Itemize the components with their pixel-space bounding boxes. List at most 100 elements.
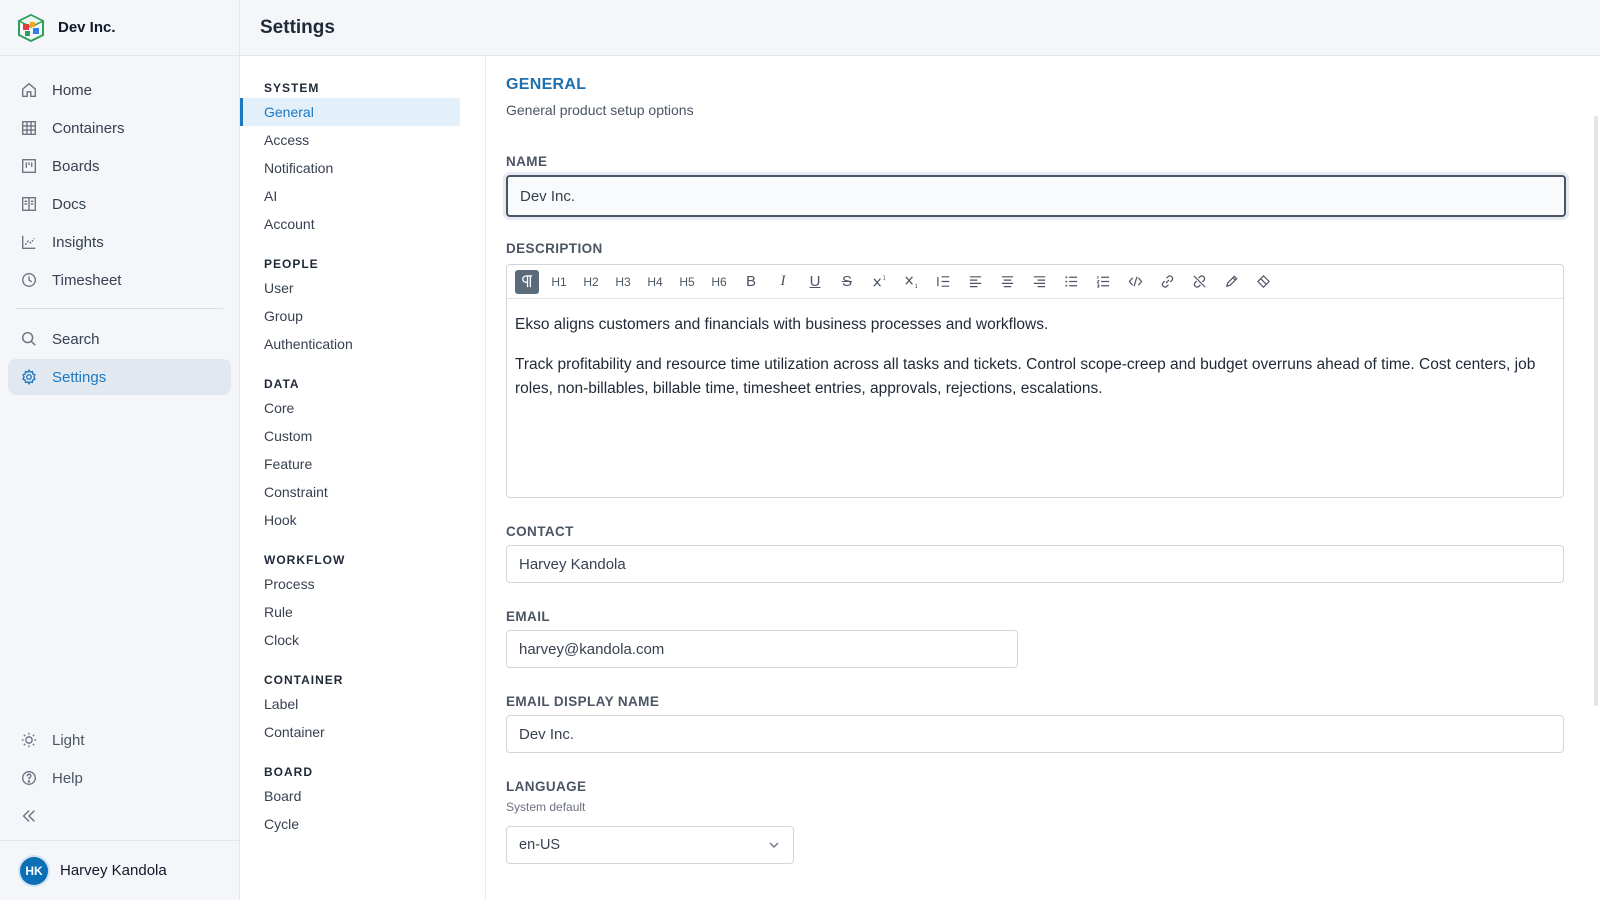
settings-section-title: WORKFLOW — [264, 553, 346, 567]
settings-item-cycle[interactable]: Cycle — [240, 810, 485, 838]
language-select[interactable]: en-US — [506, 826, 794, 864]
grid-icon — [20, 119, 38, 137]
settings-item-container[interactable]: Container — [240, 718, 485, 746]
heading-3-button[interactable]: H3 — [611, 270, 635, 294]
email-value: harvey@kandola.com — [519, 640, 665, 658]
link-button[interactable] — [1155, 270, 1179, 294]
highlight-button[interactable] — [1219, 270, 1243, 294]
settings-item-clock[interactable]: Clock — [240, 626, 485, 654]
settings-item-board[interactable]: Board — [240, 782, 485, 810]
nav-item-settings[interactable]: Settings — [8, 359, 231, 395]
email-input[interactable]: harvey@kandola.com — [506, 630, 1018, 668]
italic-button[interactable]: I — [771, 270, 795, 294]
description-content[interactable]: Ekso aligns customers and financials wit… — [507, 299, 1563, 497]
superscript-button[interactable]: 1 — [867, 270, 891, 294]
heading-2-button[interactable]: H2 — [579, 270, 603, 294]
heading-4-button[interactable]: H4 — [643, 270, 667, 294]
settings-item-group[interactable]: Group — [240, 302, 485, 330]
subscript-button[interactable]: 1 — [899, 270, 923, 294]
settings-item-ai[interactable]: AI — [240, 182, 485, 210]
name-input[interactable]: Dev Inc. — [506, 175, 1566, 217]
svg-text:1: 1 — [882, 276, 886, 282]
nav-item-search[interactable]: Search — [8, 321, 231, 357]
clear-format-button[interactable] — [1251, 270, 1275, 294]
underline-button[interactable]: U — [803, 270, 827, 294]
editor-toolbar: H1 H2 H3 H4 H5 H6 B I U S 1 1 — [507, 265, 1563, 299]
align-left-icon — [969, 276, 981, 288]
theme-toggle[interactable]: Light — [8, 722, 231, 758]
nav-divider — [16, 308, 223, 309]
user-name: Harvey Kandola — [60, 862, 167, 879]
settings-item-user[interactable]: User — [240, 274, 485, 302]
avatar: HK — [20, 856, 48, 885]
settings-item-notification[interactable]: Notification — [240, 154, 485, 182]
chevron-down-icon — [769, 842, 779, 848]
chart-icon — [20, 233, 38, 251]
settings-item-label[interactable]: Label — [240, 690, 485, 718]
ordered-list-button[interactable] — [1091, 270, 1115, 294]
help-label: Help — [52, 769, 83, 787]
pilcrow-icon — [521, 275, 532, 288]
settings-item-core[interactable]: Core — [240, 394, 485, 422]
heading-6-button[interactable]: H6 — [707, 270, 731, 294]
align-left-button[interactable] — [963, 270, 987, 294]
bullet-list-icon — [1064, 276, 1077, 287]
settings-item-account[interactable]: Account — [240, 210, 485, 238]
align-right-button[interactable] — [1027, 270, 1051, 294]
nav-bottom: Light Help — [8, 722, 231, 836]
unlink-button[interactable] — [1187, 270, 1211, 294]
settings-item-feature[interactable]: Feature — [240, 450, 485, 478]
subscript-icon: 1 — [904, 276, 918, 289]
language-value: en-US — [519, 837, 561, 853]
nav-item-timesheet[interactable]: Timesheet — [8, 262, 231, 298]
scrollbar[interactable] — [1594, 116, 1598, 706]
nav-item-docs[interactable]: Docs — [8, 186, 231, 222]
email-display-name-value: Dev Inc. — [519, 725, 575, 743]
settings-item-process[interactable]: Process — [240, 570, 485, 598]
page-title: Settings — [260, 16, 335, 38]
email-display-name-input[interactable]: Dev Inc. — [506, 715, 1564, 753]
superscript-icon: 1 — [872, 276, 886, 287]
contact-input[interactable]: Harvey Kandola — [506, 545, 1564, 583]
heading-5-button[interactable]: H5 — [675, 270, 699, 294]
nav-item-boards[interactable]: Boards — [8, 148, 231, 184]
topbar: Settings — [240, 0, 1600, 56]
settings-section-title: BOARD — [264, 765, 313, 779]
settings-item-custom[interactable]: Custom — [240, 422, 485, 450]
brand[interactable]: Dev Inc. — [0, 0, 239, 56]
indent-button[interactable] — [931, 270, 955, 294]
user-profile[interactable]: HK Harvey Kandola — [0, 840, 239, 900]
bold-button[interactable]: B — [739, 270, 763, 294]
unlink-icon — [1192, 275, 1206, 288]
settings-item-general[interactable]: General — [240, 98, 460, 126]
heading-1-button[interactable]: H1 — [547, 270, 571, 294]
brand-logo-icon — [17, 13, 45, 42]
theme-label: Light — [52, 731, 85, 749]
paragraph-button[interactable] — [515, 269, 539, 294]
settings-item-authentication[interactable]: Authentication — [240, 330, 485, 358]
nav-item-home[interactable]: Home — [8, 72, 231, 108]
name-value: Dev Inc. — [520, 187, 576, 205]
settings-section-data: DATA Core Custom Feature Constraint Hook — [240, 374, 485, 534]
settings-item-constraint[interactable]: Constraint — [240, 478, 485, 506]
help-link[interactable]: Help — [8, 760, 231, 796]
collapse-sidebar-button[interactable] — [8, 798, 231, 834]
app-sidebar: Dev Inc. Home Containers Boards Docs Ins… — [0, 0, 240, 900]
strikethrough-button[interactable]: S — [835, 270, 859, 294]
board-icon — [20, 157, 38, 175]
nav-item-insights[interactable]: Insights — [8, 224, 231, 260]
settings-item-hook[interactable]: Hook — [240, 506, 485, 534]
code-button[interactable] — [1123, 270, 1147, 294]
settings-item-access[interactable]: Access — [240, 126, 485, 154]
align-center-button[interactable] — [995, 270, 1019, 294]
nav-item-containers[interactable]: Containers — [8, 110, 231, 146]
settings-nav: SYSTEM General Access Notification AI Ac… — [240, 56, 486, 900]
language-hint: System default — [506, 800, 586, 814]
settings-section-title: CONTAINER — [264, 673, 344, 687]
settings-section-people: PEOPLE User Group Authentication — [240, 254, 485, 358]
eraser-icon — [1256, 275, 1270, 288]
settings-item-rule[interactable]: Rule — [240, 598, 485, 626]
bullet-list-button[interactable] — [1059, 270, 1083, 294]
indent-icon — [936, 276, 949, 287]
section-subtitle: General product setup options — [506, 102, 694, 118]
